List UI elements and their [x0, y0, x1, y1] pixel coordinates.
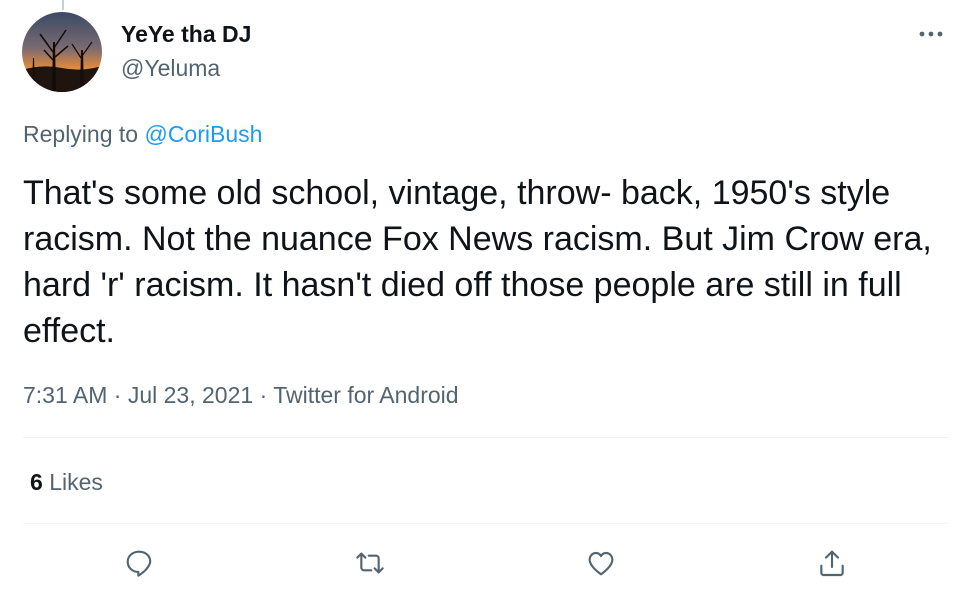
thread-connector-line	[62, 0, 64, 10]
reply-icon	[126, 550, 152, 577]
divider	[23, 437, 948, 438]
share-icon	[820, 550, 844, 577]
replying-to: Replying to @CoriBush	[23, 120, 262, 148]
author-handle[interactable]: @Yeluma	[121, 54, 220, 82]
avatar[interactable]	[22, 12, 102, 92]
like-button[interactable]	[583, 545, 619, 581]
replying-to-prefix: Replying to	[23, 121, 139, 147]
tweet-source-link[interactable]: Twitter for Android	[273, 382, 458, 408]
likes-label: Likes	[49, 469, 103, 495]
more-options-button[interactable]	[914, 20, 948, 48]
meta-separator: ·	[113, 382, 122, 408]
avatar-image	[22, 12, 102, 92]
tweet-date-link[interactable]: Jul 23, 2021	[128, 382, 253, 408]
meta-separator: ·	[259, 382, 268, 408]
share-button[interactable]	[814, 545, 850, 581]
retweet-button[interactable]	[352, 545, 388, 581]
likes-link[interactable]: 6 Likes	[30, 468, 103, 496]
tweet-text: That's some old school, vintage, throw- …	[23, 174, 932, 350]
likes-count: 6	[30, 469, 43, 495]
reply-button[interactable]	[121, 545, 157, 581]
replying-to-mention-link[interactable]: @CoriBush	[144, 121, 262, 147]
like-icon	[588, 551, 614, 576]
divider	[23, 523, 948, 524]
tweet-metadata: 7:31 AM · Jul 23, 2021 · Twitter for And…	[23, 381, 459, 409]
author-name[interactable]: YeYe tha DJ	[121, 20, 251, 48]
more-icon	[919, 31, 943, 37]
tweet-time-link[interactable]: 7:31 AM	[23, 382, 107, 408]
retweet-icon	[356, 552, 384, 574]
